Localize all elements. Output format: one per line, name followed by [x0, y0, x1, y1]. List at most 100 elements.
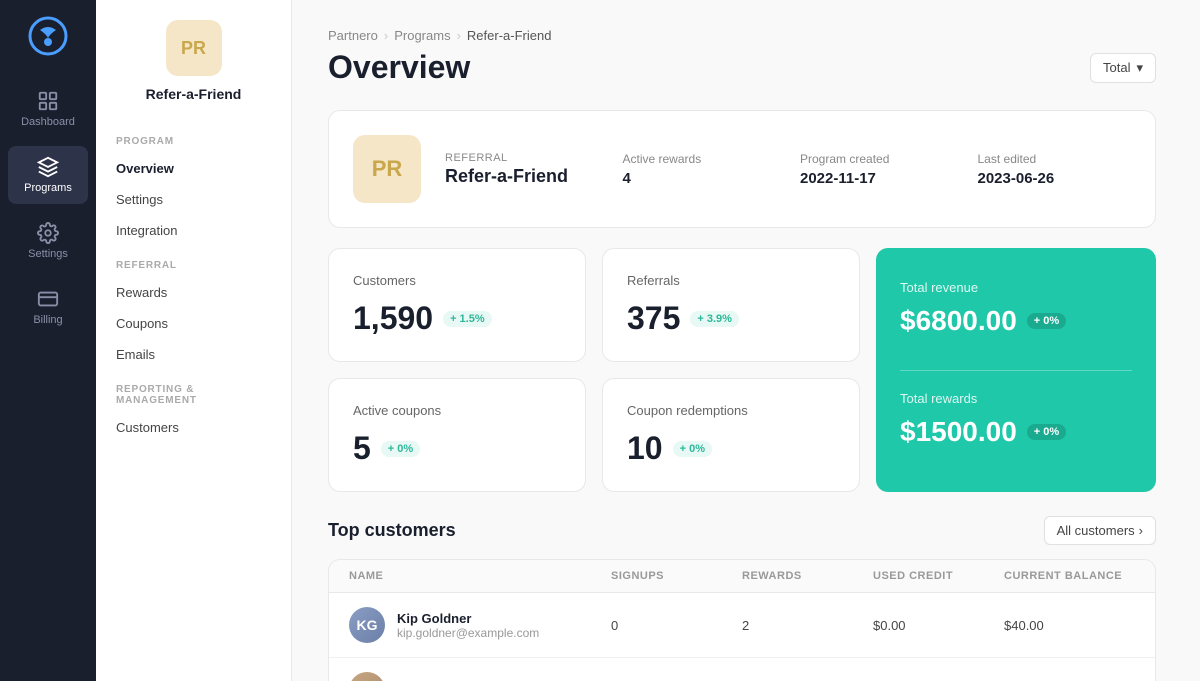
breadcrumb-sep-1: › — [384, 28, 388, 43]
teal-rewards-value-row: $1500.00 + 0% — [900, 416, 1132, 448]
breadcrumb-current: Refer-a-Friend — [467, 28, 552, 43]
nav-programs-label: Programs — [24, 182, 72, 194]
breadcrumb-programs[interactable]: Programs — [394, 28, 450, 43]
teal-revenue-section: Total revenue $6800.00 + 0% — [900, 272, 1132, 358]
customer-cell-greta: GL Greta Lane — [349, 672, 611, 681]
program-type: REFERRAL — [445, 152, 599, 164]
teal-rewards-label: Total rewards — [900, 391, 1132, 406]
metric-active-coupons: Active coupons 5 + 0% — [328, 378, 586, 492]
col-current-balance: CURRENT BALANCE — [1004, 570, 1135, 582]
teal-revenue-value-row: $6800.00 + 0% — [900, 305, 1132, 337]
breadcrumb-sep-2: › — [457, 28, 461, 43]
metric-coupon-redemptions-label: Coupon redemptions — [627, 403, 835, 418]
sidebar-item-settings[interactable]: Settings — [96, 184, 291, 215]
program-created-value: 2022-11-17 — [800, 170, 954, 187]
all-customers-label: All customers — [1057, 523, 1135, 538]
col-used-credit: USED CREDIT — [873, 570, 1004, 582]
metric-referrals-value-row: 375 + 3.9% — [627, 300, 835, 337]
sidebar-item-emails[interactable]: Emails — [96, 339, 291, 370]
metric-coupon-redemptions-value-row: 10 + 0% — [627, 430, 835, 467]
metric-referrals: Referrals 375 + 3.9% — [602, 248, 860, 362]
nav-settings[interactable]: Settings — [8, 212, 88, 270]
metric-customers-badge: + 1.5% — [443, 311, 492, 327]
top-customers-header: Top customers All customers › — [328, 516, 1156, 545]
main-content: Partnero › Programs › Refer-a-Friend Ove… — [292, 0, 1200, 681]
logo-icon — [28, 16, 68, 56]
metrics-grid: Customers 1,590 + 1.5% Referrals 375 + 3… — [328, 248, 1156, 492]
table-row: KG Kip Goldner kip.goldner@example.com 0… — [329, 593, 1155, 658]
program-info: REFERRAL Refer-a-Friend — [445, 152, 599, 187]
program-stat-edited: Last edited 2023-06-26 — [978, 152, 1132, 187]
sidebar-item-overview[interactable]: Overview — [96, 153, 291, 184]
teal-rewards-section: Total rewards $1500.00 + 0% — [900, 370, 1132, 469]
metric-customers-value-row: 1,590 + 1.5% — [353, 300, 561, 337]
left-nav: Dashboard Programs Settings Billing — [0, 0, 96, 681]
nav-billing[interactable]: Billing — [8, 278, 88, 336]
nav-programs[interactable]: Programs — [8, 146, 88, 204]
customer-email-kip: kip.goldner@example.com — [397, 626, 539, 640]
sidebar-item-rewards[interactable]: Rewards — [96, 277, 291, 308]
cell-kip-rewards: 2 — [742, 618, 873, 633]
top-customers-title: Top customers — [328, 520, 456, 541]
programs-icon — [37, 156, 59, 178]
metric-coupon-redemptions-value: 10 — [627, 430, 663, 467]
customer-name-kip: Kip Goldner — [397, 611, 539, 626]
last-edited-value: 2023-06-26 — [978, 170, 1132, 187]
cell-kip-current-balance: $40.00 — [1004, 618, 1135, 633]
metric-coupon-redemptions: Coupon redemptions 10 + 0% — [602, 378, 860, 492]
metric-referrals-value: 375 — [627, 300, 680, 337]
teal-revenue-value: $6800.00 — [900, 305, 1017, 337]
total-filter-dropdown[interactable]: Total ▾ — [1090, 53, 1156, 83]
program-name: Refer-a-Friend — [445, 166, 599, 187]
app-logo — [28, 16, 68, 56]
nav-billing-label: Billing — [33, 314, 62, 326]
billing-icon — [37, 288, 59, 310]
teal-rewards-value: $1500.00 — [900, 416, 1017, 448]
active-rewards-label: Active rewards — [623, 152, 777, 166]
metric-teal-card: Total revenue $6800.00 + 0% Total reward… — [876, 248, 1156, 492]
col-signups: SIGNUPS — [611, 570, 742, 582]
nav-dashboard[interactable]: Dashboard — [8, 80, 88, 138]
nav-settings-label: Settings — [28, 248, 68, 260]
sidebar-item-coupons[interactable]: Coupons — [96, 308, 291, 339]
metric-referrals-badge: + 3.9% — [690, 311, 739, 327]
teal-revenue-label: Total revenue — [900, 280, 1132, 295]
metric-coupon-redemptions-badge: + 0% — [673, 441, 712, 457]
table-header: NAME SIGNUPS REWARDS USED CREDIT CURRENT… — [329, 560, 1155, 593]
program-stat-rewards: Active rewards 4 — [623, 152, 777, 187]
teal-revenue-badge: + 0% — [1027, 313, 1066, 329]
metric-active-coupons-badge: + 0% — [381, 441, 420, 457]
avatar-kip: KG — [349, 607, 385, 643]
dashboard-icon — [37, 90, 59, 112]
cell-kip-used-credit: $0.00 — [873, 618, 1004, 633]
nav-dashboard-label: Dashboard — [21, 116, 75, 128]
sidebar-program-title: Refer-a-Friend — [96, 86, 291, 102]
settings-icon — [37, 222, 59, 244]
metric-customers-value: 1,590 — [353, 300, 433, 337]
breadcrumb-partnero[interactable]: Partnero — [328, 28, 378, 43]
sidebar: PR Refer-a-Friend PROGRAM Overview Setti… — [96, 0, 292, 681]
active-rewards-value: 4 — [623, 170, 777, 187]
program-created-label: Program created — [800, 152, 954, 166]
sidebar-item-integration[interactable]: Integration — [96, 215, 291, 246]
total-filter-label: Total — [1103, 60, 1130, 75]
page-title: Overview — [328, 49, 470, 86]
sidebar-item-customers[interactable]: Customers — [96, 412, 291, 443]
metric-customers-label: Customers — [353, 273, 561, 288]
customer-info-kip: Kip Goldner kip.goldner@example.com — [397, 611, 539, 640]
all-customers-button[interactable]: All customers › — [1044, 516, 1156, 545]
last-edited-label: Last edited — [978, 152, 1132, 166]
program-stat-created: Program created 2022-11-17 — [800, 152, 954, 187]
metric-active-coupons-label: Active coupons — [353, 403, 561, 418]
metric-active-coupons-value-row: 5 + 0% — [353, 430, 561, 467]
chevron-right-icon: › — [1139, 523, 1143, 538]
page-header: Overview Total ▾ — [328, 49, 1156, 86]
chevron-down-icon: ▾ — [1136, 60, 1143, 76]
customer-cell-kip: KG Kip Goldner kip.goldner@example.com — [349, 607, 611, 643]
metric-referrals-label: Referrals — [627, 273, 835, 288]
avatar-greta: GL — [349, 672, 385, 681]
program-card: PR REFERRAL Refer-a-Friend Active reward… — [328, 110, 1156, 228]
col-name: NAME — [349, 570, 611, 582]
sidebar-program-avatar: PR — [166, 20, 222, 76]
customers-table: NAME SIGNUPS REWARDS USED CREDIT CURRENT… — [328, 559, 1156, 681]
